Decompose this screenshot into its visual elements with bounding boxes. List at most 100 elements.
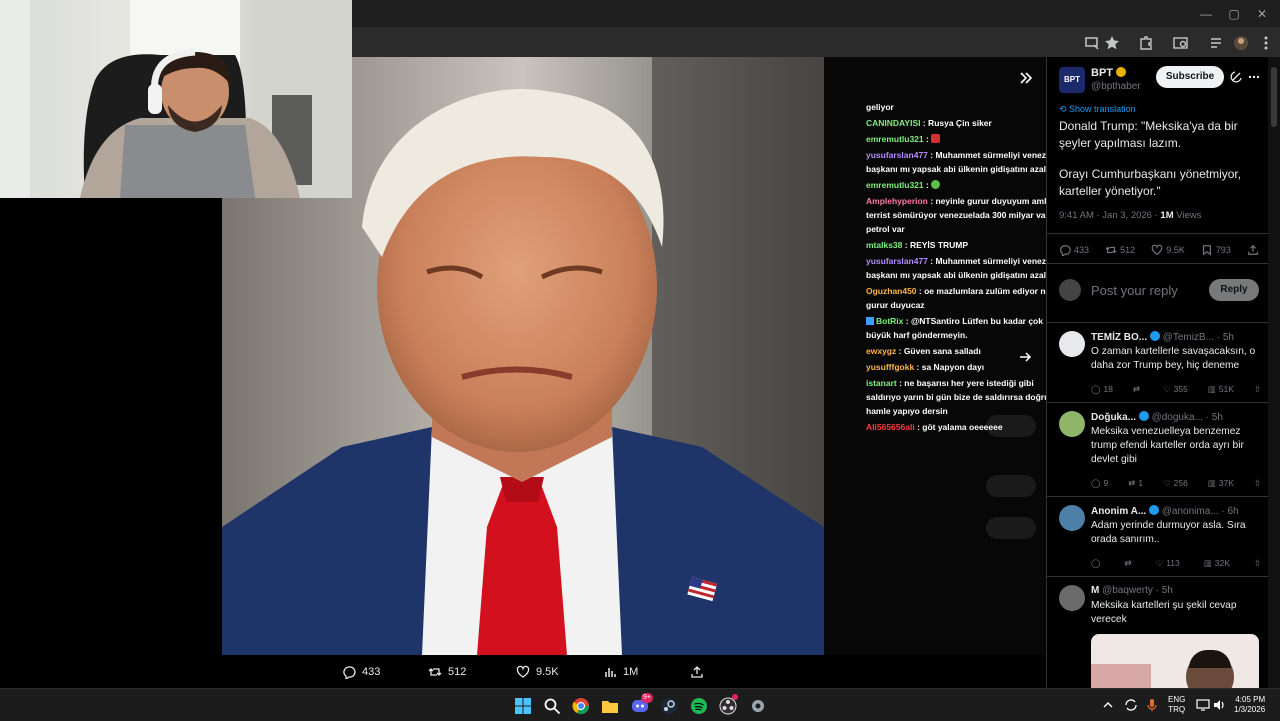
- chat-username[interactable]: yusufarslan477: [866, 256, 928, 266]
- chrome-icon[interactable]: [572, 697, 590, 715]
- bookmark-star-icon[interactable]: [1103, 34, 1121, 52]
- like-button[interactable]: ♡ 355: [1163, 383, 1188, 395]
- share-button[interactable]: ⇧: [1254, 477, 1261, 489]
- reply-avatar[interactable]: [1059, 505, 1085, 531]
- chat-username[interactable]: BotRix: [876, 316, 903, 326]
- reply-avatar[interactable]: [1059, 411, 1085, 437]
- share-icon: [691, 666, 703, 678]
- language-indicator[interactable]: ENG TRQ: [1168, 695, 1185, 715]
- share-button[interactable]: ⇧: [1254, 383, 1261, 395]
- repost-button[interactable]: ⇄: [1124, 557, 1131, 569]
- views-button[interactable]: ▥ 32K: [1204, 557, 1230, 569]
- chat-username[interactable]: Amplehyperion: [866, 196, 928, 206]
- reply-avatar[interactable]: [1059, 585, 1085, 611]
- search-icon[interactable]: [543, 697, 561, 715]
- chat-message: geliyor: [866, 102, 894, 112]
- menu-kebab-icon[interactable]: [1257, 34, 1275, 52]
- my-avatar: [1059, 279, 1081, 301]
- chat-message: CANINDAYISI : Rusya Çin siker: [866, 118, 992, 128]
- author-handle[interactable]: @bpthaber: [1091, 81, 1141, 92]
- spotify-icon[interactable]: [690, 697, 708, 715]
- views-button[interactable]: ▥ 51K: [1208, 383, 1234, 395]
- minimize-button[interactable]: —: [1198, 6, 1214, 22]
- chat-username[interactable]: ewxygz: [866, 346, 896, 356]
- system-clock[interactable]: 4:05 PM 1/3/2026: [1234, 695, 1265, 715]
- bookmark-icon: [1202, 245, 1211, 256]
- tab-search-icon[interactable]: [1172, 34, 1190, 52]
- sync-icon[interactable]: [1124, 698, 1138, 712]
- reply-input[interactable]: Post your reply: [1091, 283, 1178, 298]
- repost-button[interactable]: 512: [1105, 244, 1135, 256]
- maximize-button[interactable]: ▢: [1226, 6, 1242, 22]
- chat-message: ewxygz : Güven sana salladı: [866, 346, 981, 356]
- panel-scrollbar[interactable]: [1268, 57, 1280, 688]
- chat-username[interactable]: yusufarslan477: [866, 150, 928, 160]
- reply-button[interactable]: 433: [1059, 244, 1089, 256]
- like-button[interactable]: 9.5K: [1151, 244, 1185, 256]
- media-share-button[interactable]: [690, 664, 704, 680]
- chat-username[interactable]: emremutlu321: [866, 134, 924, 144]
- author-avatar[interactable]: BPT: [1059, 67, 1085, 93]
- chat-username[interactable]: yusufffgokk: [866, 362, 914, 372]
- share-button[interactable]: [1247, 244, 1259, 256]
- list-item[interactable]: Anonim A... @anonima... · 6h Adam yerind…: [1047, 496, 1269, 577]
- reply-button[interactable]: ◯ 9: [1091, 477, 1108, 489]
- steam-icon[interactable]: [660, 697, 678, 715]
- reply-button[interactable]: ◯ 18: [1091, 383, 1113, 395]
- webcam-overlay: [0, 0, 352, 198]
- subscribe-button[interactable]: Subscribe: [1156, 66, 1224, 88]
- share-button[interactable]: ⇧: [1254, 557, 1261, 569]
- chat-message: yusufarslan477 : Muhammet sürmeliyi vene…: [866, 256, 1059, 280]
- reply-icon: [1060, 245, 1071, 256]
- like-button[interactable]: ♡ 113: [1156, 557, 1180, 569]
- windows-start-icon[interactable]: [514, 697, 532, 715]
- profile-avatar-icon[interactable]: [1232, 34, 1250, 52]
- list-item[interactable]: TEMİZ BO... @TemizB... · 5h O zaman kart…: [1047, 322, 1269, 403]
- reply-submit-button[interactable]: Reply: [1209, 279, 1259, 301]
- list-item[interactable]: Doğuka... @doguka... · 5h Meksika venezu…: [1047, 402, 1269, 497]
- close-button[interactable]: ✕: [1254, 6, 1270, 22]
- chevron-up-icon[interactable]: [1103, 700, 1113, 710]
- reply-avatar[interactable]: [1059, 331, 1085, 357]
- repost-button[interactable]: ⇄: [1133, 383, 1143, 395]
- chat-username[interactable]: mtalks38: [866, 240, 902, 250]
- chat-username[interactable]: CANINDAYISI: [866, 118, 920, 128]
- media-views-button[interactable]: 1M: [603, 664, 638, 680]
- chat-collapse-icon[interactable]: [1018, 70, 1034, 86]
- list-item[interactable]: M @baqwerty · 5h Meksika kartelleri şu ş…: [1047, 576, 1269, 688]
- tweet-detail-panel: BPT BPT @bpthaber Subscribe ⟲ Show trans…: [1046, 57, 1269, 688]
- media-control-icon[interactable]: [1208, 34, 1226, 52]
- heart-icon: [516, 665, 530, 678]
- reply-media-image[interactable]: [1091, 634, 1259, 688]
- media-repost-button[interactable]: 512: [428, 664, 466, 680]
- like-button[interactable]: ♡ 256: [1163, 477, 1188, 489]
- media-like-button[interactable]: 9.5K: [516, 664, 559, 680]
- bookmark-button[interactable]: 793: [1201, 244, 1231, 256]
- media-reply-button[interactable]: 433: [342, 664, 380, 680]
- network-icon[interactable]: [1196, 698, 1210, 712]
- file-explorer-icon[interactable]: [601, 697, 619, 715]
- reply-button[interactable]: ◯: [1091, 557, 1101, 569]
- media-repost-count: 512: [448, 666, 467, 678]
- chat-username[interactable]: istanart: [866, 378, 897, 388]
- chat-message: Ali565656ali : göt yalama oeeeeee: [866, 422, 1003, 432]
- chat-username[interactable]: Ali565656ali: [866, 422, 915, 432]
- repost-button[interactable]: ⇄ 1: [1128, 477, 1143, 489]
- show-translation-link[interactable]: Show translation: [1069, 104, 1136, 114]
- more-options-icon[interactable]: [1248, 71, 1260, 83]
- chat-username[interactable]: emremutlu321: [866, 180, 924, 190]
- emote-icon: [931, 134, 941, 143]
- extensions-icon[interactable]: [1137, 34, 1155, 52]
- author-name[interactable]: BPT: [1091, 67, 1113, 79]
- next-arrow-icon[interactable]: [1018, 350, 1032, 364]
- volume-icon[interactable]: [1212, 698, 1226, 712]
- chat-username[interactable]: Oguzhan450: [866, 286, 917, 296]
- views-button[interactable]: ▥ 37K: [1208, 477, 1234, 489]
- microphone-icon[interactable]: [1146, 698, 1158, 712]
- settings-gear-icon[interactable]: [749, 697, 767, 715]
- install-app-icon[interactable]: [1083, 34, 1101, 52]
- verified-badge-icon: [1149, 331, 1160, 341]
- verified-badge-icon: [1148, 505, 1159, 515]
- grok-icon[interactable]: [1230, 70, 1243, 83]
- verified-badge-icon: [1138, 411, 1149, 421]
